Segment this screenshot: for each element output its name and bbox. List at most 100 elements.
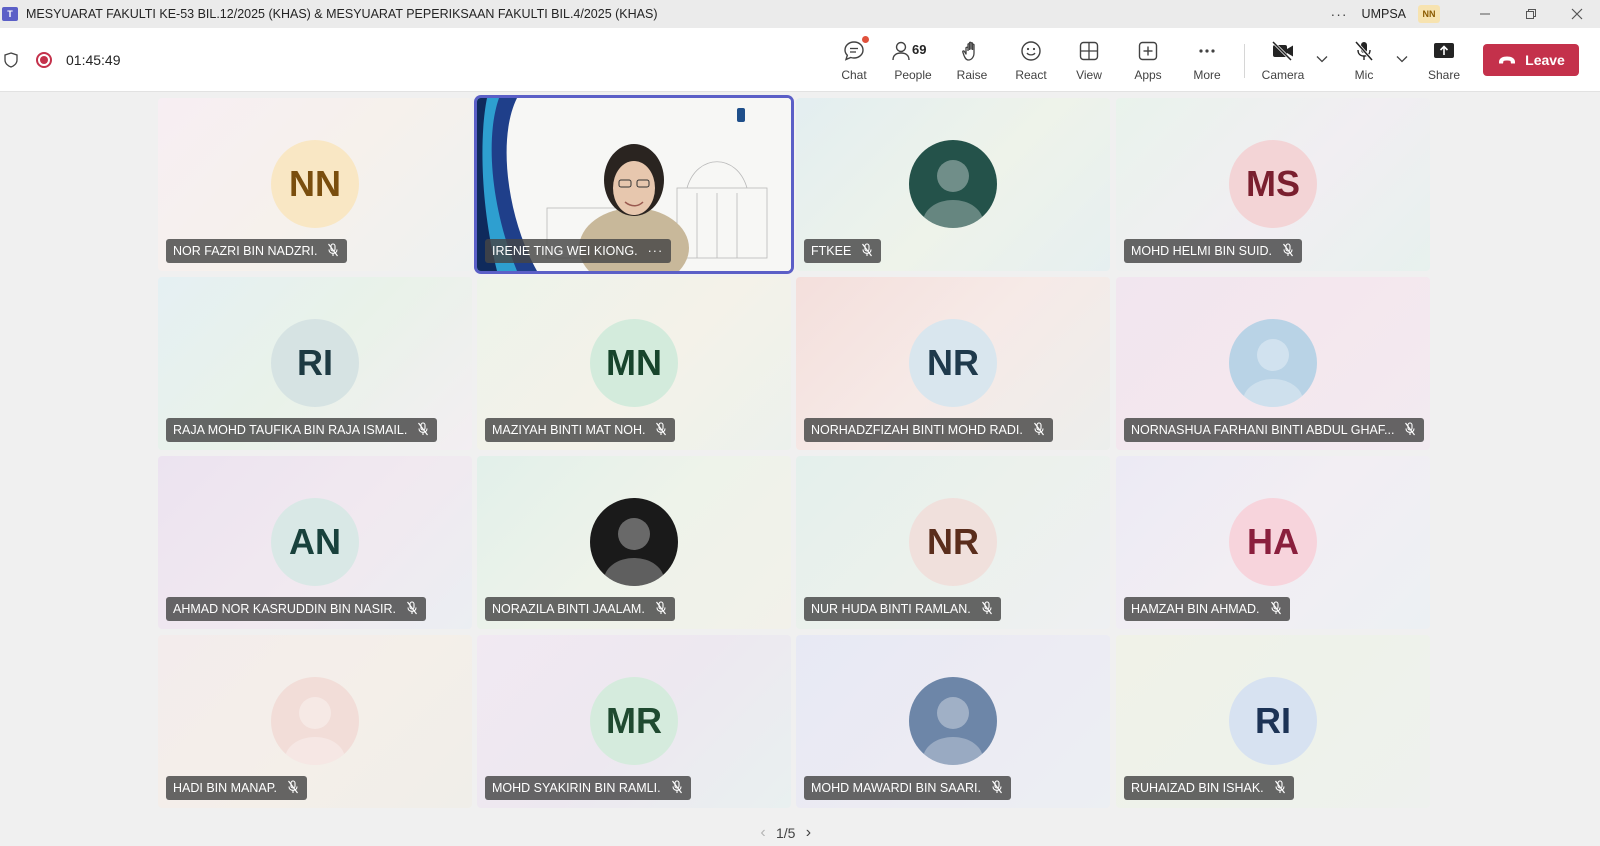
shield-icon[interactable] — [4, 52, 18, 68]
participant-name: NUR HUDA BINTI RAMLAN. — [811, 602, 971, 616]
camera-options-chevron-down-icon[interactable] — [1316, 52, 1328, 66]
raise-label: Raise — [956, 68, 988, 82]
participant-name: NORHADZFIZAH BINTI MOHD RADI. — [811, 423, 1023, 437]
participant-avatar: NN — [271, 140, 359, 228]
people-icon: 69 — [890, 38, 936, 64]
mic-options-chevron-down-icon[interactable] — [1396, 52, 1408, 66]
participant-avatar: MN — [590, 319, 678, 407]
participant-avatar: NR — [909, 498, 997, 586]
participant-avatar — [590, 498, 678, 586]
camera-button[interactable]: Camera — [1255, 38, 1311, 84]
apps-label: Apps — [1134, 68, 1162, 82]
gallery-pager: ‹ 1/5 › — [750, 824, 821, 842]
leave-button[interactable]: Leave — [1483, 44, 1579, 76]
participant-name: HADI BIN MANAP. — [173, 781, 277, 795]
avatar-initials: NN — [289, 163, 341, 204]
participant-nameplate: NORHADZFIZAH BINTI MOHD RADI. — [804, 418, 1053, 442]
next-page-chevron-right-icon[interactable]: › — [795, 824, 821, 842]
mic-muted-icon — [287, 779, 299, 797]
mic-muted-icon — [417, 421, 429, 439]
raise-hand-button[interactable]: Raise — [944, 38, 1000, 84]
participant-name: MOHD MAWARDI BIN SAARI. — [811, 781, 981, 795]
participant-tile[interactable]: NORAZILA BINTI JAALAM. — [477, 456, 791, 629]
chat-icon — [841, 36, 869, 64]
participant-nameplate: HADI BIN MANAP. — [166, 776, 307, 800]
avatar-initials: AN — [289, 521, 341, 562]
participant-tile[interactable]: NORNASHUA FARHANI BINTI ABDUL GHAF... — [1116, 277, 1430, 450]
participant-nameplate: NORAZILA BINTI JAALAM. — [485, 597, 675, 621]
participant-tile[interactable]: AN AHMAD NOR KASRUDDIN BIN NASIR. — [158, 456, 472, 629]
more-button[interactable]: More — [1179, 38, 1235, 84]
participant-tile[interactable]: NR NUR HUDA BINTI RAMLAN. — [796, 456, 1110, 629]
share-label: Share — [1427, 68, 1461, 82]
participant-name: IRENE TING WEI KIONG. — [492, 244, 638, 258]
participant-tile[interactable]: FTKEE — [796, 98, 1110, 271]
avatar-initials: RI — [1255, 700, 1291, 741]
participant-name: NORAZILA BINTI JAALAM. — [492, 602, 645, 616]
apps-button[interactable]: Apps — [1120, 38, 1176, 84]
participant-nameplate: NORNASHUA FARHANI BINTI ABDUL GHAF... — [1124, 418, 1425, 442]
meeting-toolbar: 01:45:49 Chat 69 People Raise React View — [0, 28, 1600, 92]
close-button[interactable] — [1554, 0, 1600, 28]
mic-muted-icon — [991, 779, 1003, 797]
restore-button[interactable] — [1508, 0, 1554, 28]
participant-tile[interactable]: HA HAMZAH BIN AHMAD. — [1116, 456, 1430, 629]
participant-tile[interactable]: MOHD MAWARDI BIN SAARI. — [796, 635, 1110, 808]
people-button[interactable]: 69 People — [885, 38, 941, 84]
participant-nameplate: NUR HUDA BINTI RAMLAN. — [804, 597, 1001, 621]
view-button[interactable]: View — [1061, 38, 1117, 84]
previous-page-chevron-left-icon[interactable]: ‹ — [750, 824, 776, 842]
avatar-initials: MS — [1246, 163, 1300, 204]
mic-muted-icon — [981, 600, 993, 618]
user-avatar[interactable]: NN — [1418, 5, 1440, 23]
mic-muted-icon — [655, 421, 667, 439]
mic-muted-icon — [671, 779, 683, 797]
participant-tile[interactable]: IRENE TING WEI KIONG. ··· — [477, 98, 791, 271]
leave-label: Leave — [1525, 52, 1565, 68]
video-gallery: NN NOR FAZRI BIN NADZRI. IRENE TING WEI KI… — [0, 93, 1600, 846]
participant-tile[interactable]: MN MAZIYAH BINTI MAT NOH. — [477, 277, 791, 450]
participant-avatar: RI — [271, 319, 359, 407]
participant-more-options-icon[interactable]: ··· — [648, 244, 664, 258]
avatar-initials: HA — [1247, 521, 1299, 562]
mic-muted-icon — [327, 242, 339, 260]
participant-nameplate: FTKEE — [804, 239, 882, 263]
minimize-button[interactable] — [1462, 0, 1508, 28]
participant-avatar — [909, 140, 997, 228]
view-label: View — [1076, 68, 1102, 82]
title-bar-controls: ··· UMPSA NN — [1331, 0, 1600, 28]
participant-tile[interactable]: MS MOHD HELMI BIN SUID. — [1116, 98, 1430, 271]
page-indicator: 1/5 — [776, 825, 796, 841]
react-button[interactable]: React — [1003, 38, 1059, 84]
close-icon — [1571, 8, 1583, 20]
participant-nameplate: RUHAIZAD BIN ISHAK. — [1124, 776, 1294, 800]
meeting-title: MESYUARAT FAKULTI KE-53 BIL.12/2025 (KHA… — [26, 7, 658, 21]
participant-nameplate: IRENE TING WEI KIONG. ··· — [485, 239, 672, 263]
participant-tile[interactable]: NN NOR FAZRI BIN NADZRI. — [158, 98, 472, 271]
participant-tile[interactable]: NR NORHADZFIZAH BINTI MOHD RADI. — [796, 277, 1110, 450]
more-options-icon[interactable]: ··· — [1331, 6, 1348, 22]
avatar-initials: MR — [606, 700, 662, 741]
chat-button[interactable]: Chat — [826, 36, 882, 84]
profile-photo — [909, 677, 997, 765]
participant-tile[interactable]: HADI BIN MANAP. — [158, 635, 472, 808]
meeting-status: 01:45:49 — [0, 28, 121, 92]
more-horizontal-icon — [1194, 38, 1220, 64]
share-button[interactable]: Share — [1416, 38, 1472, 84]
mic-muted-icon — [1282, 242, 1294, 260]
profile-photo — [271, 677, 359, 765]
org-name[interactable]: UMPSA — [1362, 7, 1406, 21]
participant-tile[interactable]: RI RUHAIZAD BIN ISHAK. — [1116, 635, 1430, 808]
participant-tile[interactable]: MR MOHD SYAKIRIN BIN RAMLI. — [477, 635, 791, 808]
people-count: 69 — [912, 42, 927, 57]
mic-muted-icon — [1033, 421, 1045, 439]
participant-name: AHMAD NOR KASRUDDIN BIN NASIR. — [173, 602, 396, 616]
participant-avatar: MS — [1229, 140, 1317, 228]
participant-tile[interactable]: RI RAJA MOHD TAUFIKA BIN RAJA ISMAIL. — [158, 277, 472, 450]
participant-nameplate: RAJA MOHD TAUFIKA BIN RAJA ISMAIL. — [166, 418, 438, 442]
chat-label: Chat — [841, 68, 867, 82]
participant-avatar — [909, 677, 997, 765]
profile-photo — [1229, 319, 1317, 407]
camera-off-icon — [1270, 38, 1296, 64]
mic-button[interactable]: Mic — [1336, 38, 1392, 84]
